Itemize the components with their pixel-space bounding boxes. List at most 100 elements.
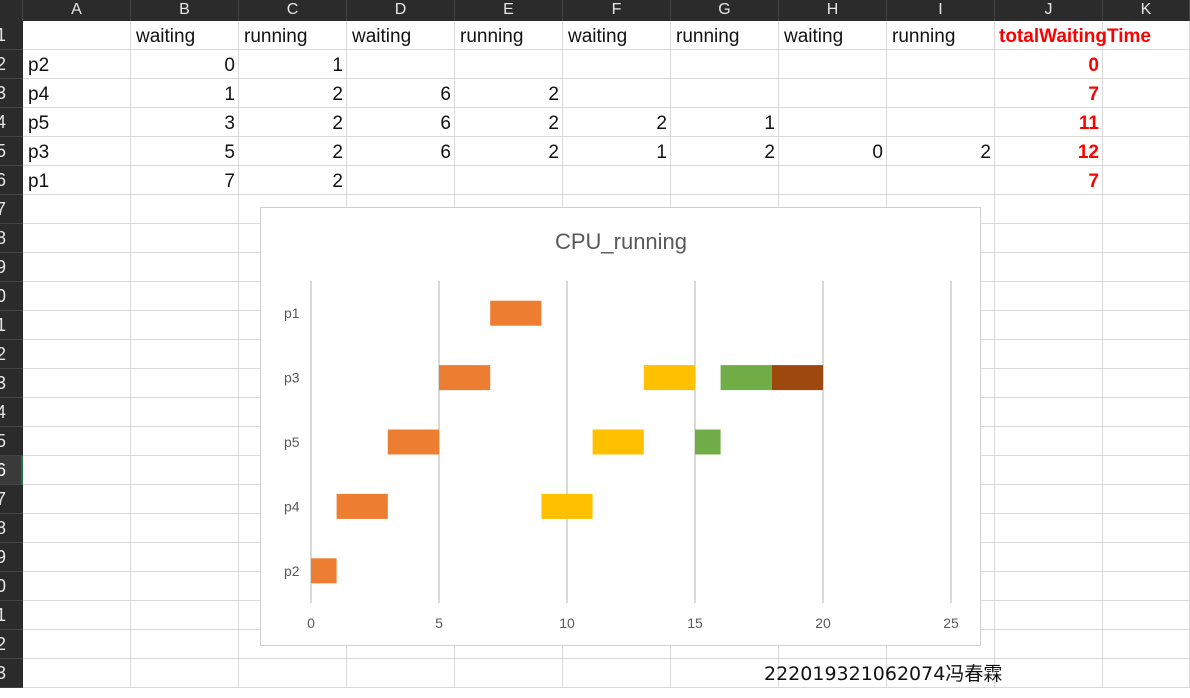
value-cell[interactable]: 3	[131, 108, 239, 137]
grid-cell[interactable]	[23, 195, 131, 224]
column-header-a[interactable]: A	[23, 0, 131, 21]
row-header-6[interactable]: 6	[0, 166, 23, 195]
process-name-cell[interactable]: p3	[23, 137, 131, 166]
total-waiting-time-header[interactable]: totalWaitingTime	[995, 21, 1151, 50]
grid-cell[interactable]	[23, 514, 131, 543]
grid-cell[interactable]	[1103, 659, 1190, 688]
grid-cell[interactable]	[1103, 572, 1190, 601]
grid-cell[interactable]	[995, 543, 1103, 572]
grid-cell[interactable]	[1103, 630, 1190, 659]
value-cell[interactable]: 6	[347, 137, 455, 166]
row-header-11[interactable]: 1	[0, 311, 23, 340]
grid-cell[interactable]	[1103, 514, 1190, 543]
grid-cell[interactable]	[1103, 340, 1190, 369]
row-header-8[interactable]: 8	[0, 224, 23, 253]
grid-cell[interactable]	[23, 572, 131, 601]
total-waiting-time-cell[interactable]: 7	[995, 79, 1103, 108]
grid-cell[interactable]	[23, 369, 131, 398]
value-cell[interactable]: 2	[455, 79, 563, 108]
row-header-12[interactable]: 2	[0, 340, 23, 369]
grid-cell[interactable]	[995, 601, 1103, 630]
grid-cell[interactable]	[887, 166, 995, 195]
grid-cell[interactable]	[131, 427, 239, 456]
value-cell[interactable]: 7	[131, 166, 239, 195]
grid-cell[interactable]	[131, 369, 239, 398]
column-label-waiting[interactable]: waiting	[347, 21, 455, 50]
grid-cell[interactable]	[23, 427, 131, 456]
column-label-running[interactable]: running	[455, 21, 563, 50]
row-header-14[interactable]: 4	[0, 398, 23, 427]
grid-cell[interactable]	[239, 659, 347, 688]
grid-cell[interactable]	[455, 166, 563, 195]
value-cell[interactable]: 2	[887, 137, 995, 166]
grid-cell[interactable]	[995, 195, 1103, 224]
value-cell[interactable]: 1	[671, 108, 779, 137]
select-all-corner[interactable]	[0, 0, 23, 21]
grid-cell[interactable]	[995, 340, 1103, 369]
grid-cell[interactable]	[779, 50, 887, 79]
grid-cell[interactable]	[1103, 224, 1190, 253]
grid-cell[interactable]	[131, 253, 239, 282]
grid-cell[interactable]	[131, 224, 239, 253]
grid-cell[interactable]	[779, 79, 887, 108]
grid-cell[interactable]	[563, 79, 671, 108]
grid-cell[interactable]	[995, 224, 1103, 253]
grid-cell[interactable]	[995, 253, 1103, 282]
column-label-waiting[interactable]: waiting	[779, 21, 887, 50]
grid-cell[interactable]	[995, 427, 1103, 456]
grid-cell[interactable]	[347, 166, 455, 195]
grid-cell[interactable]	[779, 108, 887, 137]
grid-cell[interactable]	[23, 224, 131, 253]
column-label-waiting[interactable]: waiting	[563, 21, 671, 50]
grid-cell[interactable]	[1103, 137, 1190, 166]
grid-cell[interactable]	[131, 659, 239, 688]
row-header-20[interactable]: 0	[0, 572, 23, 601]
grid-cell[interactable]	[1103, 398, 1190, 427]
grid-cell[interactable]	[455, 50, 563, 79]
grid-cell[interactable]	[1103, 601, 1190, 630]
grid-cell[interactable]	[455, 659, 563, 688]
column-header-d[interactable]: D	[347, 0, 455, 21]
grid-cell[interactable]	[23, 456, 131, 485]
column-header-k[interactable]: K	[1103, 0, 1190, 21]
total-waiting-time-cell[interactable]: 11	[995, 108, 1103, 137]
grid-cell[interactable]	[131, 456, 239, 485]
grid-cell[interactable]	[131, 398, 239, 427]
grid-cell[interactable]	[1103, 195, 1190, 224]
grid-cell[interactable]	[995, 311, 1103, 340]
grid-cell[interactable]	[1103, 253, 1190, 282]
grid-cell[interactable]	[1103, 108, 1190, 137]
grid-cell[interactable]	[23, 543, 131, 572]
value-cell[interactable]: 2	[563, 108, 671, 137]
value-cell[interactable]: 2	[239, 137, 347, 166]
row-header-23[interactable]: 3	[0, 659, 23, 688]
grid-cell[interactable]	[887, 79, 995, 108]
value-cell[interactable]: 2	[239, 108, 347, 137]
grid-cell[interactable]	[887, 108, 995, 137]
row-header-1[interactable]: 1	[0, 21, 23, 50]
grid-cell[interactable]	[131, 630, 239, 659]
grid-cell[interactable]	[23, 253, 131, 282]
grid-cell[interactable]	[1103, 427, 1190, 456]
grid-cell[interactable]	[131, 195, 239, 224]
grid-cell[interactable]	[1103, 50, 1190, 79]
grid-cell[interactable]	[131, 485, 239, 514]
column-label-running[interactable]: running	[671, 21, 779, 50]
value-cell[interactable]: 6	[347, 79, 455, 108]
value-cell[interactable]: 0	[131, 50, 239, 79]
row-header-3[interactable]: 3	[0, 79, 23, 108]
row-header-10[interactable]: 0	[0, 282, 23, 311]
grid-cell[interactable]	[671, 166, 779, 195]
grid-cell[interactable]	[995, 485, 1103, 514]
grid-cell[interactable]	[23, 398, 131, 427]
process-name-cell[interactable]: p1	[23, 166, 131, 195]
column-header-h[interactable]: H	[779, 0, 887, 21]
row-header-4[interactable]: 4	[0, 108, 23, 137]
row-header-16[interactable]: 6	[0, 456, 23, 485]
column-header-b[interactable]: B	[131, 0, 239, 21]
grid-cell[interactable]	[779, 166, 887, 195]
grid-cell[interactable]	[671, 79, 779, 108]
value-cell[interactable]: 2	[455, 108, 563, 137]
row-header-2[interactable]: 2	[0, 50, 23, 79]
grid-cell[interactable]	[1103, 485, 1190, 514]
